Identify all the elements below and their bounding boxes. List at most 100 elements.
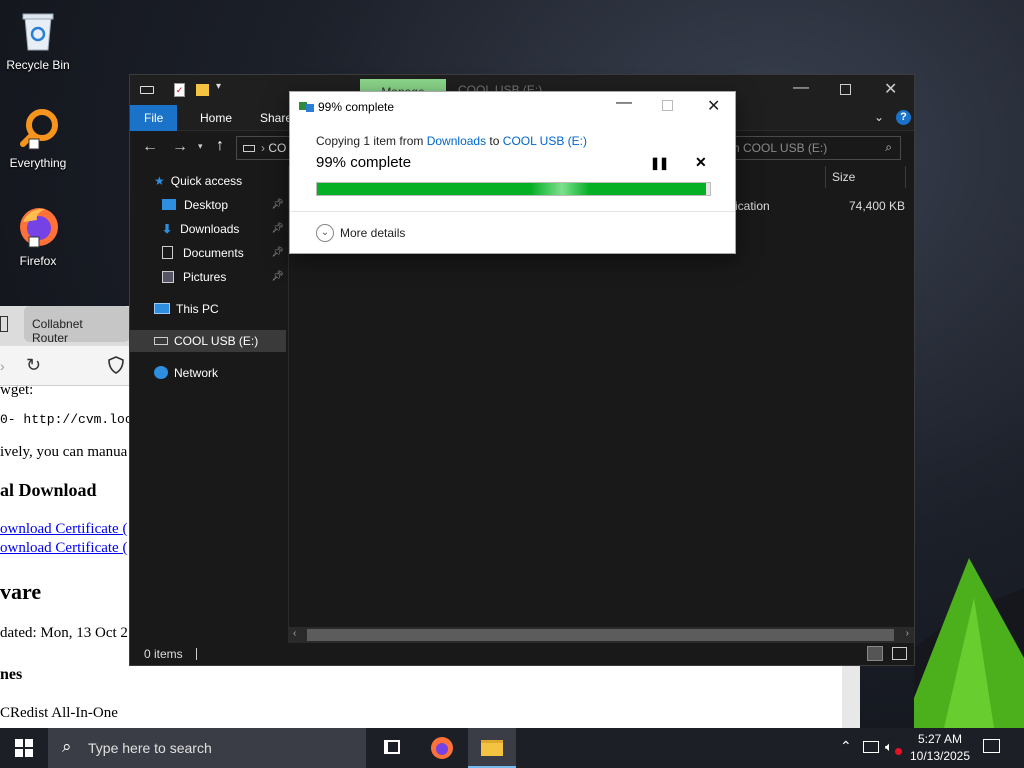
details-view-icon[interactable]	[867, 646, 883, 661]
column-header-divider	[825, 166, 826, 188]
nav-quick-access[interactable]: ★ Quick access	[154, 170, 242, 192]
system-clock[interactable]: 5:27 AM 10/13/2025	[906, 731, 974, 765]
recent-locations-icon[interactable]: ▾	[198, 141, 203, 152]
forward-icon[interactable]: ›	[0, 358, 5, 374]
start-button[interactable]	[0, 728, 48, 768]
progress-bar	[316, 182, 711, 196]
forward-icon[interactable]: →	[172, 138, 188, 156]
page-heading: vare	[0, 579, 42, 604]
document-icon	[162, 246, 173, 259]
star-icon: ★	[154, 174, 165, 188]
task-view-button[interactable]	[368, 728, 416, 768]
pause-button[interactable]: ❚❚	[650, 156, 669, 170]
more-details-label[interactable]: More details	[340, 226, 405, 240]
page-heading: al Download	[0, 480, 97, 500]
copy-progress-dialog: 99% complete — ✕ Copying 1 item from Dow…	[289, 91, 736, 254]
volume-muted-icon[interactable]: 🔈︎	[885, 739, 893, 755]
pin-icon: 📌︎	[271, 223, 284, 234]
clock-date: 10/13/2025	[909, 749, 971, 763]
file-row-size: 74,400 KB	[849, 199, 906, 213]
network-status-icon[interactable]	[863, 741, 879, 753]
desktop-icon-firefox[interactable]: Firefox	[0, 204, 76, 268]
desktop-icon-label: Firefox	[19, 254, 57, 268]
pin-icon: 📌︎	[271, 271, 284, 282]
destination-link[interactable]: COOL USB (E:)	[503, 134, 587, 148]
nav-label: Desktop	[184, 198, 229, 212]
tab-icon	[0, 316, 8, 332]
search-icon: ⌕	[62, 737, 72, 756]
properties-icon[interactable]: ✓	[174, 83, 185, 97]
new-folder-icon[interactable]	[196, 84, 209, 96]
scroll-left-icon[interactable]: ‹	[293, 628, 296, 639]
page-link[interactable]: ownload Certificate (	[0, 540, 127, 557]
navigation-pane: ★ Quick access Desktop 📌︎ ⬇ Downloads 📌︎ D…	[130, 166, 286, 643]
more-details-row[interactable]: ⌄ More details	[290, 211, 735, 255]
browser-tab-label: Collabnet Router	[32, 317, 83, 345]
taskbar-file-explorer[interactable]	[468, 728, 516, 768]
ribbon-tab-file[interactable]: File	[130, 105, 178, 131]
network-icon	[154, 366, 168, 379]
back-icon[interactable]: ←	[142, 138, 158, 156]
source-link[interactable]: Downloads	[427, 134, 486, 148]
nav-cool-usb[interactable]: COOL USB (E:)	[130, 330, 286, 352]
column-header-divider	[905, 166, 906, 188]
pin-icon: 📌︎	[271, 247, 284, 258]
taskbar-search-box[interactable]: ⌕ Type here to search	[48, 728, 366, 768]
desktop-icon-everything[interactable]: Everything	[0, 106, 76, 170]
nav-downloads[interactable]: ⬇ Downloads 📌︎	[162, 218, 286, 240]
shield-icon[interactable]	[108, 356, 124, 377]
page-text: ively, you can manua	[0, 444, 128, 460]
ribbon-expand-icon[interactable]: ⌄	[874, 110, 884, 124]
scrollbar-thumb[interactable]	[307, 629, 894, 641]
desktop-icon-recycle-bin[interactable]: Recycle Bin	[0, 8, 76, 72]
desktop-folder-icon	[162, 199, 176, 210]
nav-desktop[interactable]: Desktop 📌︎	[162, 194, 286, 216]
maximize-button[interactable]	[840, 84, 851, 95]
page-heading: nes	[0, 666, 23, 683]
taskbar: ⌕ Type here to search ⌃ 🔈︎ 5:27 AM 10/13…	[0, 728, 1024, 768]
show-hidden-icons-button[interactable]: ⌃	[840, 738, 852, 755]
firefox-icon	[431, 737, 453, 759]
recycle-bin-icon	[15, 8, 61, 54]
nav-this-pc[interactable]: This PC	[154, 298, 219, 320]
horizontal-scrollbar[interactable]: ‹ ›	[289, 627, 914, 643]
minimize-button[interactable]: —	[793, 79, 809, 97]
quick-access-dropdown-icon[interactable]: ▾	[216, 81, 221, 92]
action-center-icon[interactable]	[983, 739, 1000, 753]
cancel-button[interactable]: ✕	[695, 154, 707, 171]
ribbon-tab-home[interactable]: Home	[186, 105, 246, 131]
scroll-right-icon[interactable]: ›	[906, 628, 909, 639]
address-text: CO	[268, 141, 287, 155]
column-header-size[interactable]: Size	[832, 170, 855, 184]
nav-pictures[interactable]: Pictures 📌︎	[162, 266, 286, 288]
browser-tab[interactable]: Collabnet Router	[24, 306, 130, 345]
folder-icon	[481, 740, 503, 756]
up-icon[interactable]: ↑	[216, 137, 224, 155]
nav-label: Documents	[183, 246, 244, 260]
pictures-icon	[162, 271, 174, 283]
taskbar-search-placeholder: Type here to search	[88, 740, 212, 756]
nav-label: Pictures	[183, 270, 227, 284]
download-arrow-icon: ⬇	[162, 222, 173, 236]
everything-search-icon	[15, 106, 61, 152]
nav-label: Quick access	[170, 174, 243, 188]
help-icon[interactable]: ?	[896, 110, 911, 125]
nav-documents[interactable]: Documents 📌︎	[162, 242, 286, 264]
close-button[interactable]: ✕	[884, 79, 897, 99]
minimize-button[interactable]: —	[616, 94, 632, 112]
computer-icon	[154, 303, 170, 314]
desktop-icon-label: Recycle Bin	[6, 58, 70, 72]
maximize-button	[662, 100, 673, 111]
large-icons-view-icon[interactable]	[892, 647, 907, 660]
nav-network[interactable]: Network	[154, 362, 218, 384]
close-button[interactable]: ✕	[707, 96, 720, 116]
chevron-down-icon[interactable]: ⌄	[316, 224, 334, 242]
nav-label: This PC	[176, 302, 219, 316]
page-link[interactable]: ownload Certificate (	[0, 521, 127, 538]
nav-label: Downloads	[180, 222, 240, 236]
address-bar[interactable]: › CO	[236, 136, 296, 160]
reload-icon[interactable]: ↻	[26, 355, 41, 376]
task-view-icon	[384, 740, 400, 754]
taskbar-firefox[interactable]	[418, 728, 466, 768]
search-input[interactable]: h COOL USB (E:) ⌕	[726, 136, 901, 160]
